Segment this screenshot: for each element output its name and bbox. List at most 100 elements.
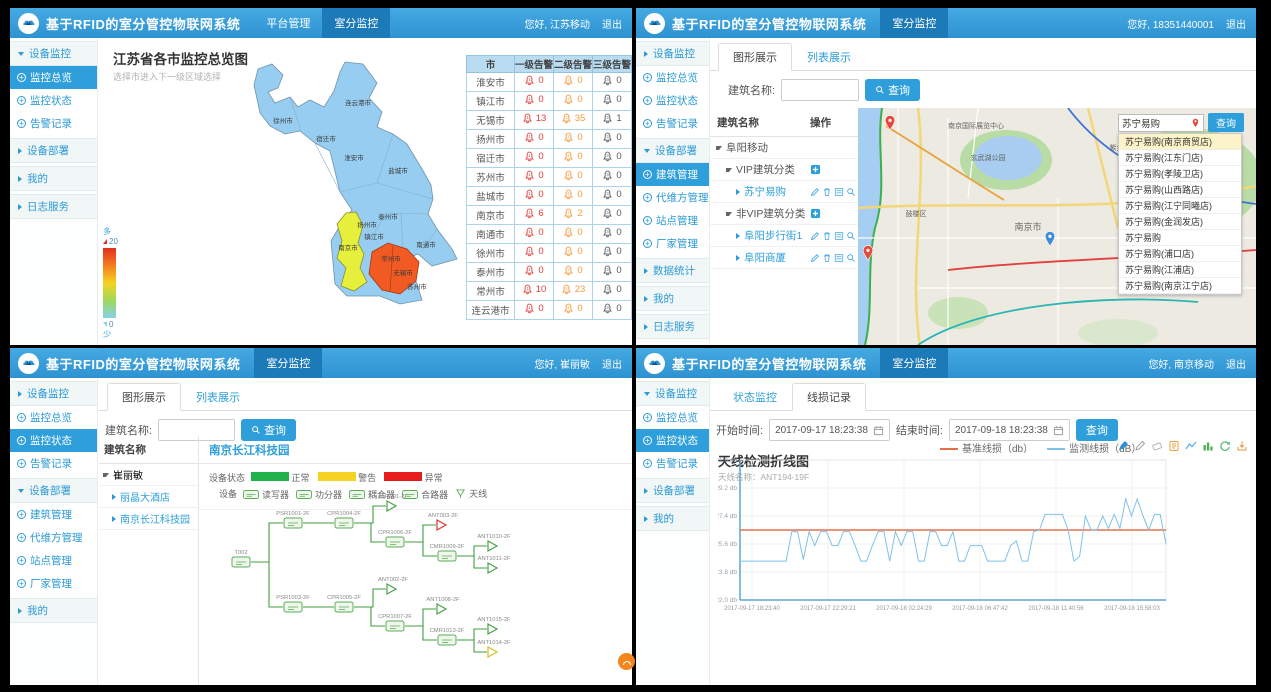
- nav-tab-0[interactable]: 室分监控: [880, 8, 948, 38]
- tab-inactive[interactable]: 列表展示: [792, 43, 866, 71]
- tree-collapsed-icon[interactable]: [736, 255, 740, 261]
- logout-link[interactable]: 退出: [602, 356, 622, 371]
- tree-row[interactable]: 崔丽敏: [99, 464, 198, 486]
- antenna-node[interactable]: [488, 647, 497, 657]
- tree-collapsed-icon[interactable]: [736, 189, 740, 195]
- line-chart-icon[interactable]: [1185, 440, 1197, 452]
- sidebar-item[interactable]: +厂家管理: [10, 572, 97, 595]
- tree-expanded-icon[interactable]: [726, 212, 732, 216]
- search-icon[interactable]: [846, 231, 856, 241]
- sidebar-group[interactable]: 日志服务: [636, 314, 709, 339]
- city-cell[interactable]: 淮安市: [467, 73, 515, 92]
- alarm-table-row[interactable]: 南京市162230: [467, 206, 632, 225]
- sidebar-group[interactable]: 设备部署: [636, 138, 709, 163]
- city-cell[interactable]: 镇江市: [467, 92, 515, 111]
- sidebar-item[interactable]: +监控状态: [10, 429, 97, 452]
- alarm-table-row[interactable]: 苏州市102030: [467, 168, 632, 187]
- alarm-table-row[interactable]: 镇江市102030: [467, 92, 632, 111]
- data-view-icon[interactable]: [1168, 440, 1180, 452]
- alarm-table-row[interactable]: 泰州市102030: [467, 263, 632, 282]
- sidebar-item[interactable]: +站点管理: [636, 209, 709, 232]
- city-cell[interactable]: 盐城市: [467, 187, 515, 206]
- visualmap-gradient-bar[interactable]: [103, 248, 116, 318]
- search-result-item[interactable]: 苏宁易购(山西路店): [1119, 182, 1241, 198]
- tree-row[interactable]: 阜阳步行街1: [710, 225, 858, 247]
- alarm-table-row[interactable]: 南通市102030: [467, 225, 632, 244]
- sidebar-item[interactable]: +代维方管理: [10, 526, 97, 549]
- alarm-table-row[interactable]: 宿迁市102030: [467, 149, 632, 168]
- tree-row[interactable]: 南京长江科技园: [99, 508, 198, 530]
- sidebar-item[interactable]: +监控总览: [10, 406, 97, 429]
- tree-row[interactable]: 非VIP建筑分类: [710, 203, 858, 225]
- city-map[interactable]: 南京国际展览中心玄武湖公园紫金山鼓楼区南京市 苏宁易购 查询 苏宁易购(南京商贸…: [858, 108, 1256, 345]
- end-time-input[interactable]: 2017-09-18 18:23:38: [949, 419, 1070, 441]
- tree-expanded-icon[interactable]: [726, 168, 732, 172]
- antenna-node[interactable]: [488, 563, 497, 573]
- tree-row[interactable]: 阜阳移动: [710, 137, 858, 159]
- alarm-table-row[interactable]: 淮安市102030: [467, 73, 632, 92]
- edit-icon[interactable]: [810, 187, 820, 197]
- sidebar-item[interactable]: +建筑管理: [636, 163, 709, 186]
- city-cell[interactable]: 连云港市: [467, 301, 515, 320]
- antenna-node[interactable]: [488, 541, 497, 551]
- sidebar-item[interactable]: +监控状态: [636, 429, 709, 452]
- sidebar-group[interactable]: 设备监控: [636, 41, 709, 66]
- tree-row[interactable]: VIP建筑分类: [710, 159, 858, 181]
- tree-row[interactable]: 苏宁易购: [710, 181, 858, 203]
- logout-link[interactable]: 退出: [1226, 16, 1246, 31]
- query-button[interactable]: 查询: [1076, 419, 1118, 441]
- tab-inactive[interactable]: 状态监控: [718, 383, 792, 411]
- search-result-item[interactable]: 苏宁易购(江宁同曦店): [1119, 198, 1241, 214]
- sidebar-item[interactable]: +站点管理: [10, 549, 97, 572]
- delete-icon[interactable]: [822, 253, 832, 263]
- device-topology-diagram[interactable]: T002PSR1001-2FCPR1004-2FANT001-2FCPR1006…: [207, 484, 632, 671]
- city-cell[interactable]: 扬州市: [467, 130, 515, 149]
- sidebar-group[interactable]: 数据统计: [636, 258, 709, 283]
- alarm-table-row[interactable]: 扬州市102030: [467, 130, 632, 149]
- city-cell[interactable]: 泰州市: [467, 263, 515, 282]
- query-button[interactable]: 查询: [865, 79, 920, 101]
- sidebar-item[interactable]: +告警记录: [636, 452, 709, 475]
- antenna-node[interactable]: [488, 624, 497, 634]
- download-icon[interactable]: [1236, 440, 1248, 452]
- sidebar-item[interactable]: +建筑管理: [10, 503, 97, 526]
- list-icon[interactable]: [834, 253, 844, 263]
- add-icon[interactable]: [810, 164, 821, 175]
- list-icon[interactable]: [834, 231, 844, 241]
- antenna-node[interactable]: [387, 584, 396, 594]
- search-icon[interactable]: [846, 253, 856, 263]
- search-icon[interactable]: [846, 187, 856, 197]
- sidebar-item[interactable]: +监控总览: [10, 66, 97, 89]
- edit-icon[interactable]: [810, 253, 820, 263]
- tree-row[interactable]: 丽晶大酒店: [99, 486, 198, 508]
- map-search-input[interactable]: 苏宁易购: [1118, 114, 1204, 132]
- search-result-item[interactable]: 苏宁易购(南京江宁店): [1119, 278, 1241, 294]
- sidebar-item[interactable]: +告警记录: [10, 452, 97, 475]
- alarm-table-row[interactable]: 徐州市102030: [467, 244, 632, 263]
- sidebar-group[interactable]: 设备部署: [10, 138, 97, 163]
- pencil-icon[interactable]: [1134, 440, 1146, 452]
- sidebar-group[interactable]: 日志服务: [10, 194, 97, 219]
- nav-tab-0[interactable]: 室分监控: [880, 348, 948, 378]
- add-icon[interactable]: [810, 208, 821, 219]
- city-cell[interactable]: 无锡市: [467, 111, 515, 130]
- search-result-item[interactable]: 苏宁易购(江浦店): [1119, 262, 1241, 278]
- building-name-input[interactable]: [781, 79, 859, 101]
- alarm-table-row[interactable]: 无锡市11323531: [467, 111, 632, 130]
- floating-helper-button[interactable]: [618, 653, 635, 670]
- sidebar-group[interactable]: 设备部署: [10, 478, 97, 503]
- start-time-input[interactable]: 2017-09-17 18:23:38: [769, 419, 890, 441]
- bar-chart-icon[interactable]: [1202, 440, 1214, 452]
- logout-link[interactable]: 退出: [1226, 356, 1246, 371]
- sidebar-item[interactable]: +代维方管理: [636, 186, 709, 209]
- tab-inactive[interactable]: 列表展示: [181, 383, 255, 411]
- delete-icon[interactable]: [822, 231, 832, 241]
- sidebar-group[interactable]: 我的: [10, 166, 97, 191]
- eraser-icon[interactable]: [1151, 440, 1163, 452]
- alarm-table-row[interactable]: 常州市11022330: [467, 282, 632, 301]
- city-cell[interactable]: 常州市: [467, 282, 515, 301]
- list-icon[interactable]: [834, 187, 844, 197]
- city-cell[interactable]: 宿迁市: [467, 149, 515, 168]
- jiangsu-province-map[interactable]: 连云港市徐州市宿迁市淮安市盐城市扬州市泰州市镇江市南京市常州市无锡市南通市苏州市: [141, 53, 471, 323]
- legend-item[interactable]: 基准线损（db）: [940, 440, 1033, 455]
